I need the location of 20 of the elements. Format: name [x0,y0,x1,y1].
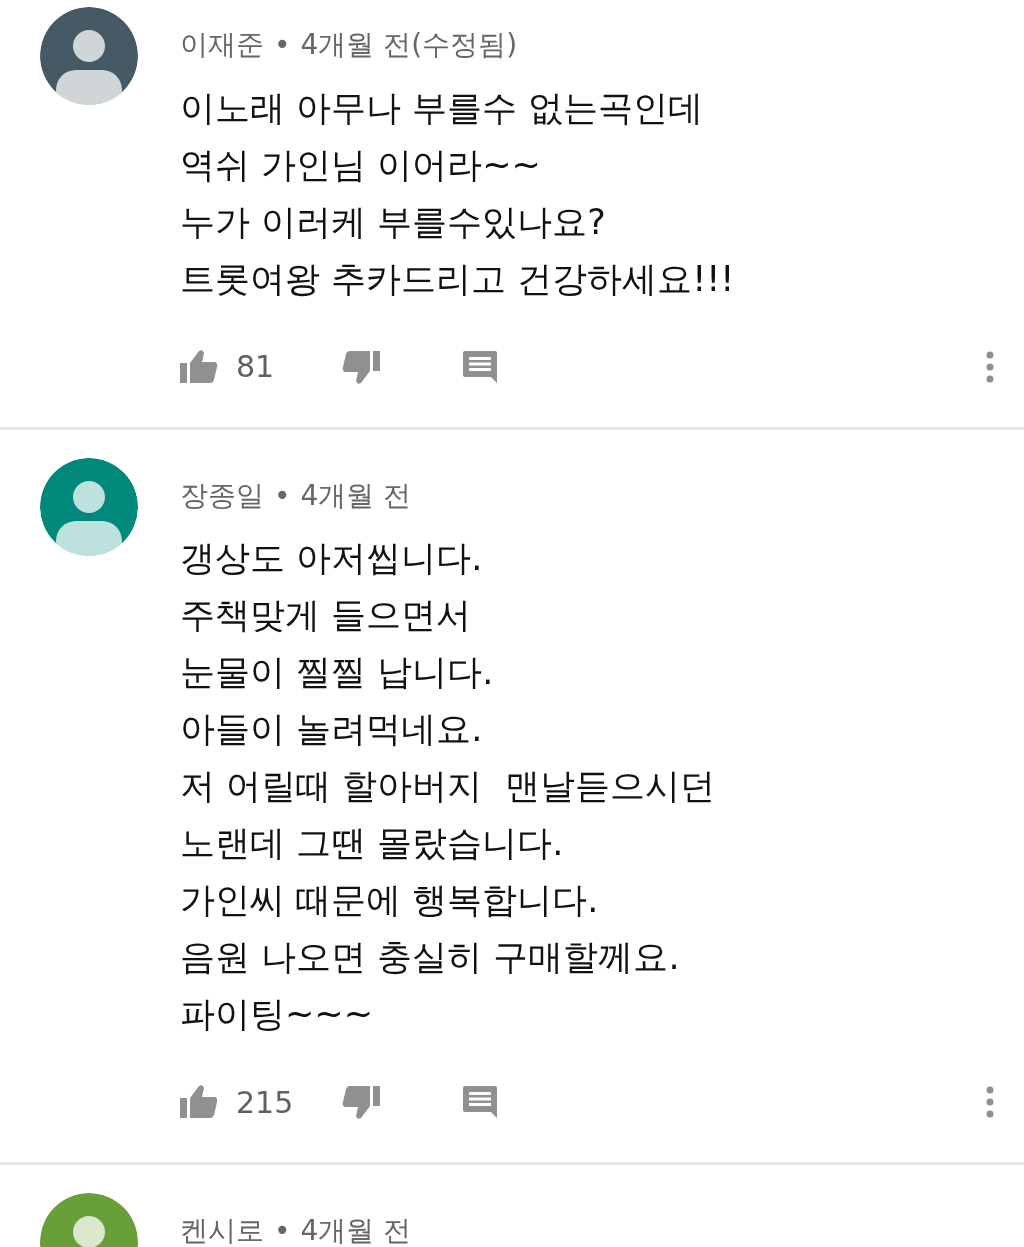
more-options-icon[interactable] [986,350,994,383]
comment-author[interactable]: 장종일 [180,474,264,517]
comment-author[interactable]: 이재준 [180,24,264,66]
comment-text: 이노래 아무나 부를수 없는곡인데 역쉬 가인님 이어라~~ 누가 이러케 부를수있나요? 트롯여왕 추카드리고 건강하세요!!! [180,86,736,301]
separator-dot: • [274,1213,291,1247]
separator-dot: • [274,27,291,63]
reply-icon[interactable] [462,348,498,385]
thumbs-up-icon[interactable] [180,348,218,385]
comment-author[interactable]: 켄시로 [180,1210,264,1247]
comment-text: 갱상도 아저씹니다. 주책맞게 들으면서 눈물이 찔찔 납니다. 아들이 놀려먹네요. 저 어릴때 할아버지 맨날듣으시던 노랜데 그땐 몰랐습니다. 가인씨 때문에 행복합니다. 음원 나오면 충실히 구매할께요. 파이팅~~~ [180,537,716,1036]
comment-time: 4개월 전(수정됨) [300,27,518,63]
more-options-icon[interactable] [986,1086,994,1118]
like-count: 81 [236,349,276,384]
comment-time: 4개월 전 [300,1213,412,1247]
like-count: 215 [236,1084,295,1120]
thumbs-up-icon[interactable] [180,1084,218,1120]
comment-time: 4개월 전 [300,477,412,514]
separator-dot: • [274,477,291,514]
reply-icon[interactable] [462,1084,498,1120]
thumbs-down-icon[interactable] [342,1083,380,1121]
